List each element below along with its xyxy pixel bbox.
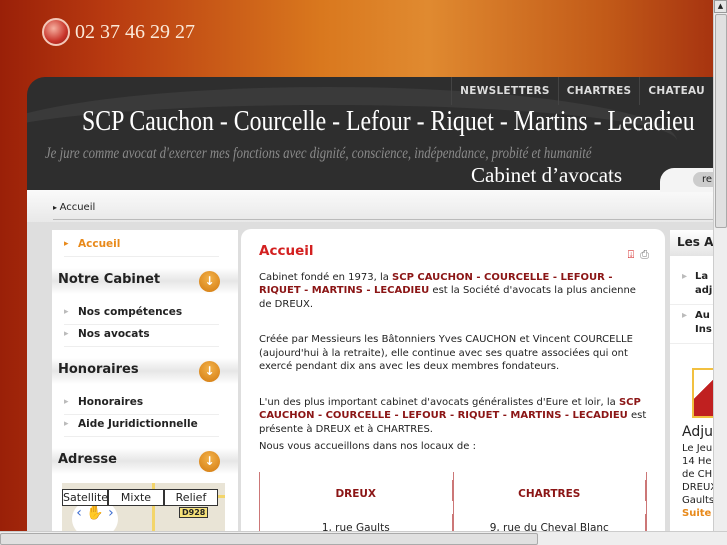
horizontal-scrollbar[interactable] — [0, 531, 727, 545]
text: 14 He — [682, 456, 712, 467]
office-chartres: CHARTRES 9, rue du Cheval Blanc — [454, 471, 647, 536]
text: Ins — [695, 324, 712, 335]
divider — [53, 219, 713, 220]
sidebar-section-adresse[interactable]: Adresse ↓ — [52, 448, 238, 474]
map-mixte-button[interactable]: Mixte — [108, 489, 164, 506]
nav-newsletters[interactable]: NEWSLETTERS — [451, 77, 558, 105]
right-item[interactable]: La adj — [670, 266, 713, 305]
map-relief-button[interactable]: Relief — [164, 489, 218, 506]
arrow-down-icon[interactable]: ↓ — [199, 451, 220, 472]
sidebar-section-cabinet[interactable]: Notre Cabinet ↓ — [52, 268, 238, 294]
paragraph: Cabinet fondé en 1973, la SCP CAUCHON - … — [259, 271, 647, 312]
office-dreux: DREUX 1, rue Gaults — [260, 471, 454, 536]
sidebar-item-aide[interactable]: Aide Juridictionnelle — [64, 418, 219, 437]
top-nav: NEWSLETTERS CHARTRES CHATEAU — [451, 77, 713, 105]
article-text: Le Jeu 14 He de CH DREUX Gaults Suite — [682, 442, 713, 520]
text: Le Jeu — [682, 443, 713, 454]
office-city: CHARTRES — [454, 479, 646, 501]
site-subtitle: Cabinet d’avocats — [471, 163, 623, 187]
article-thumbnail[interactable] — [692, 368, 713, 418]
paragraph: Créée par Messieurs les Bâtonniers Yves … — [259, 334, 633, 372]
paragraph: Nous vous accueillons dans nos locaux de… — [259, 441, 476, 452]
text: Au — [695, 310, 710, 321]
text: adj — [695, 285, 713, 296]
offices-table: DREUX 1, rue Gaults CHARTRES 9, rue du Che… — [259, 471, 647, 536]
right-section-title: Les A — [670, 230, 713, 256]
section-title: Adresse — [58, 452, 117, 467]
road-label: D928 — [179, 507, 209, 518]
nav-chateau[interactable]: CHATEAU — [639, 77, 713, 105]
paragraph: L'un des plus important cabinet d'avocat… — [259, 396, 647, 437]
scroll-up-icon[interactable]: ▲ — [714, 0, 727, 13]
print-icon[interactable]: ⎙ — [640, 248, 649, 262]
text: La — [695, 271, 709, 282]
section-title: Honoraires — [58, 362, 139, 377]
office-city: DREUX — [260, 479, 453, 501]
vertical-scrollbar[interactable]: ▲ — [713, 0, 727, 531]
text: de CH — [682, 469, 713, 480]
pdf-icon[interactable]: ⍗ — [628, 248, 635, 262]
arrow-down-icon[interactable]: ↓ — [199, 271, 220, 292]
text: Cabinet fondé en 1973, la — [259, 271, 393, 283]
text: DREUX — [682, 482, 713, 493]
scroll-thumb[interactable] — [0, 533, 538, 545]
site-title: SCP Cauchon - Courcelle - Lefour - Rique… — [82, 105, 695, 137]
article-heading: Adju — [682, 424, 713, 440]
site-motto: Je jure comme avocat d'exercer mes fonct… — [45, 145, 592, 162]
arrow-down-icon[interactable]: ↓ — [199, 361, 220, 382]
nav-chartres[interactable]: CHARTRES — [557, 77, 640, 105]
read-more-link[interactable]: Suite — [682, 507, 713, 520]
phone-icon — [42, 18, 70, 46]
sidebar-item-avocats[interactable]: Nos avocats — [64, 328, 219, 347]
text: L'un des plus important cabinet d'avocat… — [259, 396, 619, 408]
phone-contact: 02 37 46 29 27 — [42, 18, 195, 46]
scroll-thumb[interactable] — [715, 14, 727, 228]
section-title: Notre Cabinet — [58, 272, 161, 287]
sidebar-section-honoraires[interactable]: Honoraires ↓ — [52, 358, 238, 384]
breadcrumb[interactable]: Accueil — [53, 202, 96, 213]
sidebar-item-accueil[interactable]: Accueil — [64, 238, 219, 257]
sidebar-item-competences[interactable]: Nos compétences — [64, 306, 219, 325]
map-satellite-button[interactable]: Satellite — [62, 489, 108, 506]
right-sidebar: Les A La adj Au Ins Adju Le Jeu 14 He de CH D… — [670, 230, 713, 545]
main-article: Accueil ⍗ ⎙ Cabinet fondé en 1973, la SCP… — [241, 229, 665, 545]
site-header: NEWSLETTERS CHARTRES CHATEAU SCP Cauchon… — [27, 77, 713, 192]
sidebar: Accueil Notre Cabinet ↓ Nos compétences N… — [52, 230, 238, 545]
right-item[interactable]: Au Ins — [670, 305, 713, 344]
page-title: Accueil — [259, 243, 314, 259]
map-type-controls: Satellite Mixte Relief — [62, 489, 218, 506]
text: Gaults — [682, 495, 713, 506]
sidebar-item-honoraires[interactable]: Honoraires — [64, 396, 219, 415]
phone-number: 02 37 46 29 27 — [75, 20, 195, 43]
